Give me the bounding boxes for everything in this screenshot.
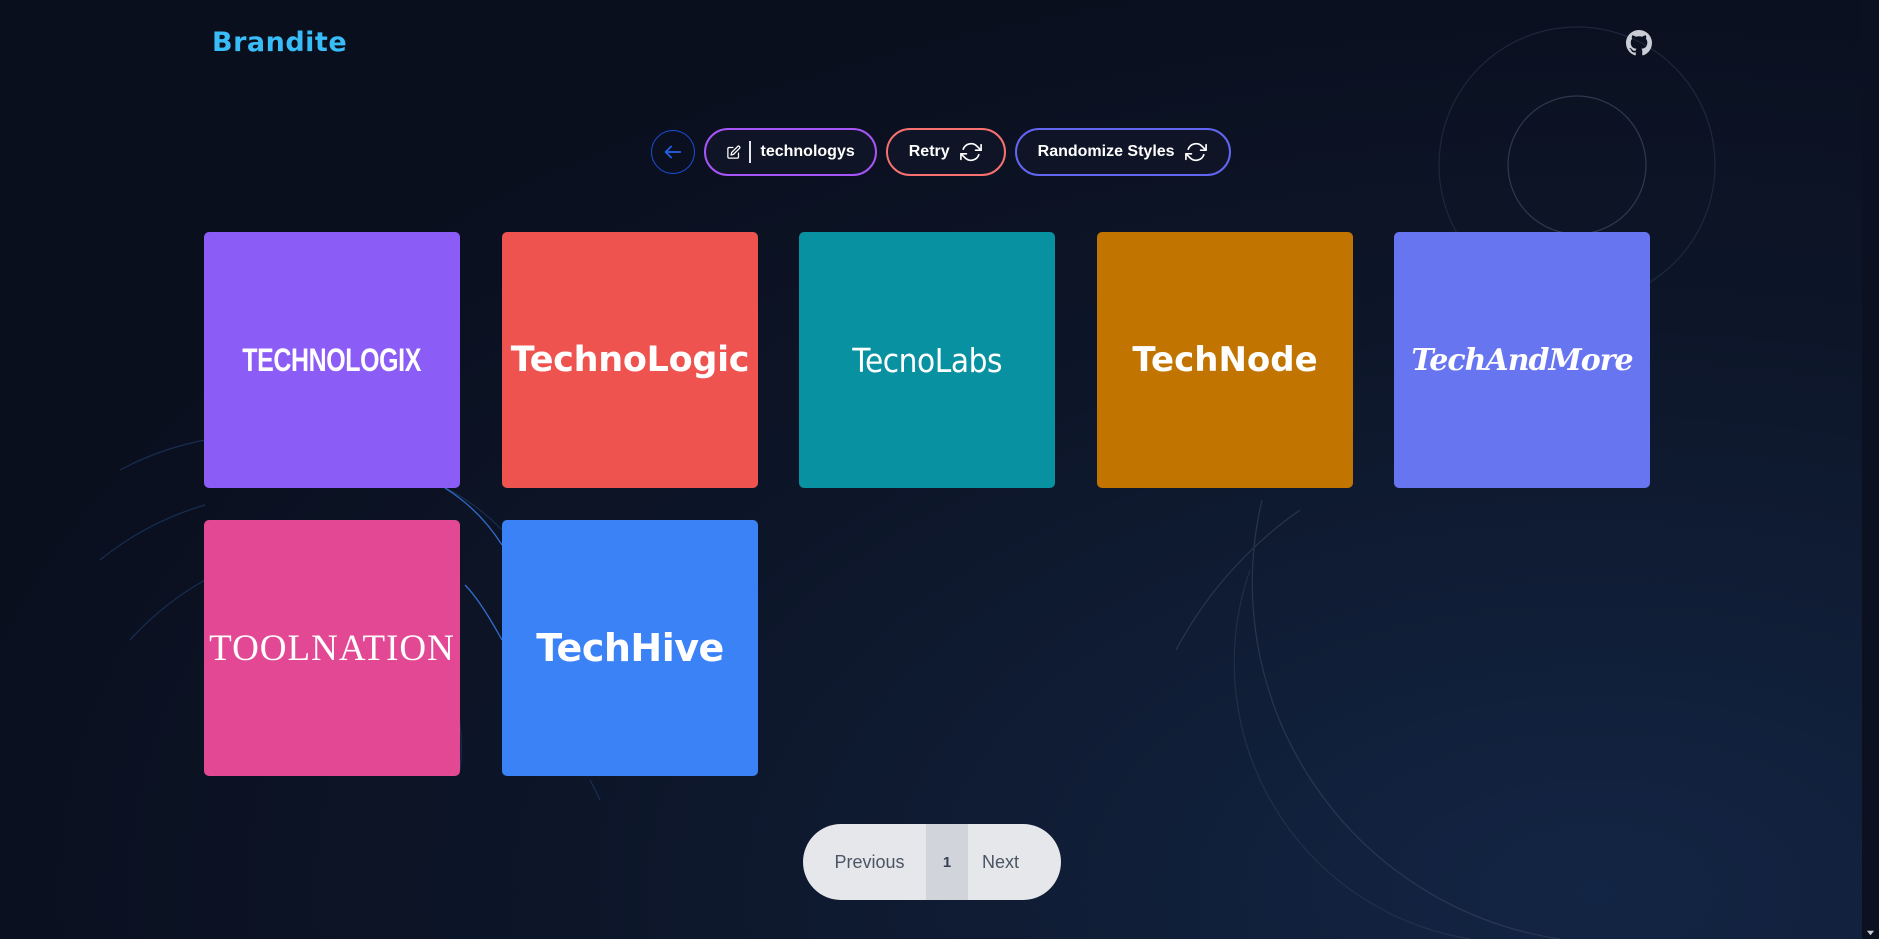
randomize-styles-button[interactable]: Randomize Styles bbox=[1014, 128, 1231, 176]
scroll-down-arrow-icon[interactable] bbox=[1866, 928, 1875, 937]
logo-card[interactable]: TechAndMore bbox=[1394, 232, 1650, 488]
divider bbox=[749, 141, 751, 163]
randomize-label: Randomize Styles bbox=[1037, 143, 1175, 160]
scrollbar[interactable] bbox=[1862, 0, 1879, 939]
next-page-button[interactable]: Next bbox=[968, 824, 1061, 900]
logo-card[interactable]: TecnoLabs bbox=[799, 232, 1055, 488]
logo-card[interactable]: TechNode bbox=[1097, 232, 1353, 488]
previous-page-button[interactable]: Previous bbox=[803, 824, 926, 900]
logo-card[interactable]: TechnoLogic bbox=[502, 232, 758, 488]
logo-card-text: TOOLNATION bbox=[209, 627, 455, 669]
logo-card[interactable]: TOOLNATION bbox=[204, 520, 460, 776]
logo-card[interactable]: TechHive bbox=[502, 520, 758, 776]
edit-word-button[interactable]: technologys bbox=[704, 128, 877, 176]
logo-card-text: TECHNOLOGIX bbox=[242, 341, 422, 378]
retry-label: Retry bbox=[908, 143, 950, 160]
pagination: Previous 1 Next bbox=[803, 824, 1061, 900]
arrow-left-icon bbox=[664, 145, 682, 159]
brand-logo[interactable]: Brandite bbox=[212, 27, 347, 58]
back-button[interactable] bbox=[651, 130, 695, 174]
logo-card-text: TechHive bbox=[536, 626, 724, 670]
logo-card-text: TecnoLabs bbox=[852, 340, 1002, 380]
edit-icon bbox=[727, 145, 741, 159]
page: Brandite technologys Retry Randomize Sty… bbox=[0, 0, 1879, 939]
logo-card[interactable]: TECHNOLOGIX bbox=[204, 232, 460, 488]
toolbar: technologys Retry Randomize Styles bbox=[651, 128, 1231, 176]
github-icon[interactable] bbox=[1626, 30, 1652, 56]
page-number-button[interactable]: 1 bbox=[926, 824, 968, 900]
logo-card-text: TechAndMore bbox=[1411, 342, 1633, 378]
search-word-label: technologys bbox=[760, 143, 855, 160]
logo-card-text: TechNode bbox=[1132, 340, 1318, 380]
logo-card-text: TechnoLogic bbox=[510, 340, 750, 380]
refresh-icon bbox=[959, 142, 982, 162]
retry-button[interactable]: Retry bbox=[885, 128, 1006, 176]
refresh-icon bbox=[1184, 142, 1207, 162]
